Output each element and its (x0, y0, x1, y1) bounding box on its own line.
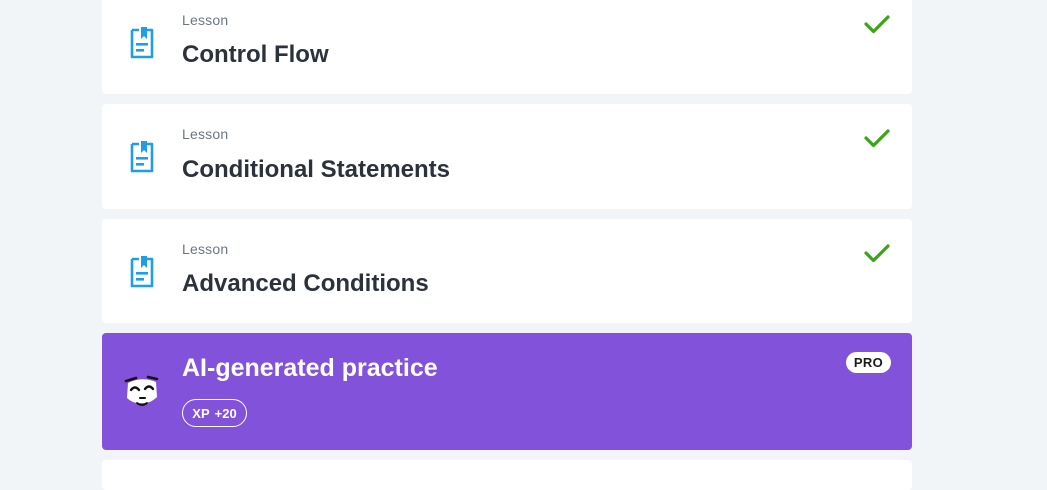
ai-mascot-icon (124, 375, 159, 406)
pro-badge: PRO (845, 352, 891, 373)
lesson-kind-label: Lesson (182, 126, 229, 142)
practice-title: AI-generated practice (182, 354, 438, 382)
completed-check-icon (864, 244, 890, 263)
completed-check-icon (864, 15, 890, 34)
lesson-card-advanced-conditions[interactable]: Lesson Advanced Conditions (102, 219, 912, 323)
lesson-title: Conditional Statements (182, 156, 451, 183)
lesson-bookmark-icon (130, 256, 154, 288)
lesson-bookmark-icon (130, 141, 154, 173)
ai-practice-card[interactable]: AI-generated practice XP +20 PRO (102, 333, 912, 450)
xp-badge: XP +20 (182, 399, 247, 427)
lesson-kind-label: Lesson (182, 12, 229, 28)
lesson-title: Advanced Conditions (182, 270, 429, 297)
completed-check-icon (864, 129, 890, 148)
lesson-card-control-flow[interactable]: Lesson Control Flow (102, 0, 912, 94)
lesson-title: Control Flow (182, 41, 329, 68)
lesson-card-conditional-statements[interactable]: Lesson Conditional Statements (102, 104, 912, 209)
lesson-kind-label: Lesson (182, 241, 229, 257)
next-lesson-card[interactable] (102, 460, 912, 490)
lesson-bookmark-icon (130, 27, 154, 59)
xp-label: XP (192, 405, 210, 421)
xp-value: +20 (214, 405, 237, 421)
